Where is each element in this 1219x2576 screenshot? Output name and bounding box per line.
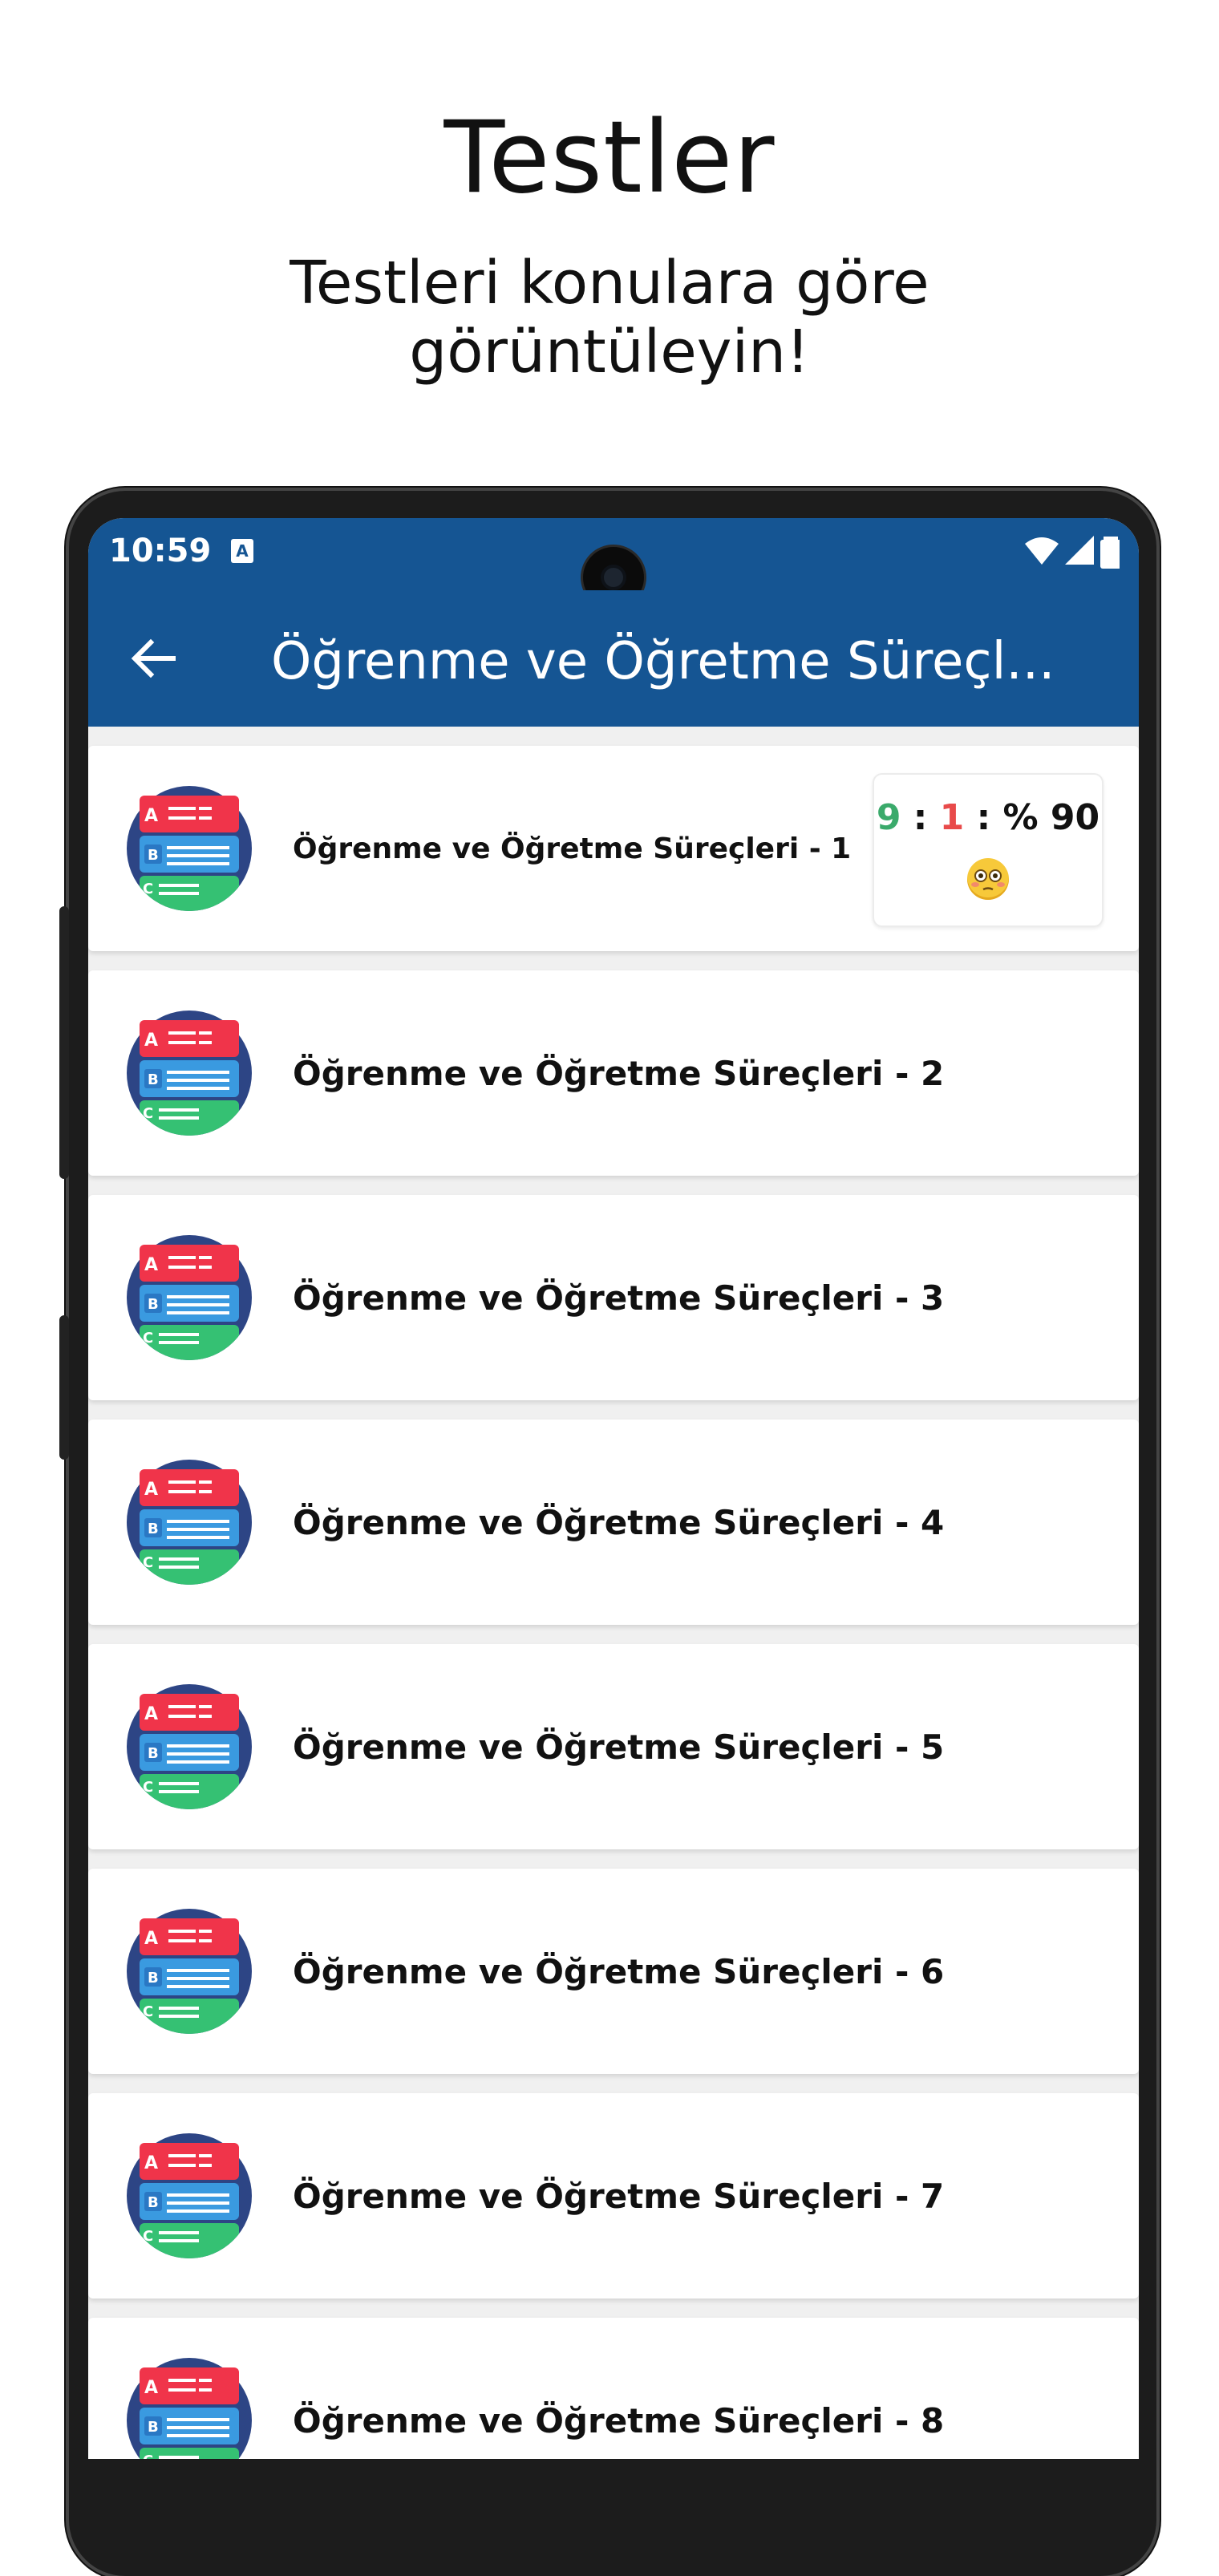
correct-count: 9 [876,797,901,838]
wrong-count: 1 [939,797,965,838]
test-title: Öğrenme ve Öğretme Süreçleri - 2 [293,1053,945,1093]
promo-subtitle: Testleri konulara göre görüntüleyin! [290,249,929,387]
app-bar-title: Öğrenme ve Öğretme Süreçl... [271,632,1055,691]
test-icon: C B A [127,1011,252,1136]
wifi-icon [1025,537,1059,565]
test-title: Öğrenme ve Öğretme Süreçleri - 7 [293,2176,945,2216]
svg-text:B: B [148,1745,159,1762]
svg-text:C: C [143,2003,153,2020]
test-icon: C B A [127,1460,252,1585]
back-button[interactable] [120,630,184,687]
test-title: Öğrenme ve Öğretme Süreçleri - 1 [293,832,852,865]
svg-text:C: C [143,1105,153,1122]
volume-button [59,906,69,1179]
test-icon: C B A [127,2133,252,2258]
svg-text:C: C [143,2452,153,2459]
test-card[interactable]: C B A Öğrenme ve Öğretme Süreçleri - 7 [88,2093,1139,2299]
svg-text:B: B [148,1296,159,1313]
status-time: 10:59 [109,533,212,569]
promo-title: Testler [443,100,776,216]
svg-text:A: A [144,1255,158,1275]
battery-icon [1100,537,1121,569]
svg-text:B: B [148,1071,159,1088]
test-icon: C B A [127,1235,252,1360]
svg-text:C: C [143,1554,153,1571]
status-icons [1023,534,1121,571]
test-card[interactable]: C B A Öğrenme ve Öğretme Süreçleri - 1 9 … [88,746,1139,951]
test-icon: C B A [127,1684,252,1809]
svg-text:A: A [144,1704,158,1724]
phone-screen: 10:59 A Öğrenme ve Öğretme Süreçl... C B… [88,518,1139,2459]
score-box: 9 : 1 : % 90 [873,773,1104,927]
power-button [59,1315,69,1460]
svg-text:B: B [148,2419,159,2436]
score-separator: : [901,797,940,838]
svg-text:B: B [148,847,159,864]
test-title: Öğrenme ve Öğretme Süreçleri - 5 [293,1727,945,1767]
test-title: Öğrenme ve Öğretme Süreçleri - 3 [293,1278,945,1318]
test-title: Öğrenme ve Öğretme Süreçleri - 4 [293,1502,945,1542]
test-card[interactable]: C B A Öğrenme ve Öğretme Süreçleri - 3 [88,1195,1139,1400]
svg-text:A: A [144,2378,158,2398]
signal-icon [1065,536,1094,565]
test-card[interactable]: C B A Öğrenme ve Öğretme Süreçleri - 4 [88,1420,1139,1625]
test-icon: C B A [127,786,252,911]
svg-text:B: B [148,1521,159,1537]
svg-text:A: A [144,1031,158,1051]
svg-text:B: B [148,1970,159,1987]
svg-text:A: A [144,1929,158,1949]
a-icon: A [231,539,253,563]
test-icon: C B A [127,1909,252,2034]
flushed-face-emoji [967,858,1009,900]
arrow-left-icon [131,638,176,678]
svg-text:A: A [144,806,158,826]
score-separator: : [964,797,1003,838]
svg-text:C: C [143,881,153,897]
success-percent: % 90 [1002,797,1100,838]
test-card[interactable]: C B A Öğrenme ve Öğretme Süreçleri - 2 [88,970,1139,1176]
svg-text:C: C [143,1779,153,1796]
svg-text:B: B [148,2194,159,2211]
test-icon: C B A [127,2358,252,2459]
svg-text:C: C [143,1330,153,1347]
test-card[interactable]: C B A Öğrenme ve Öğretme Süreçleri - 5 [88,1644,1139,1849]
app-bar: Öğrenme ve Öğretme Süreçl... [88,590,1139,727]
svg-text:A: A [144,2153,158,2173]
test-title: Öğrenme ve Öğretme Süreçleri - 6 [293,1951,945,1991]
test-card[interactable]: C B A Öğrenme ve Öğretme Süreçleri - 6 [88,1869,1139,2074]
score-line: 9 : 1 : % 90 [874,797,1102,838]
svg-text:C: C [143,2228,153,2245]
svg-text:A: A [144,1480,158,1500]
